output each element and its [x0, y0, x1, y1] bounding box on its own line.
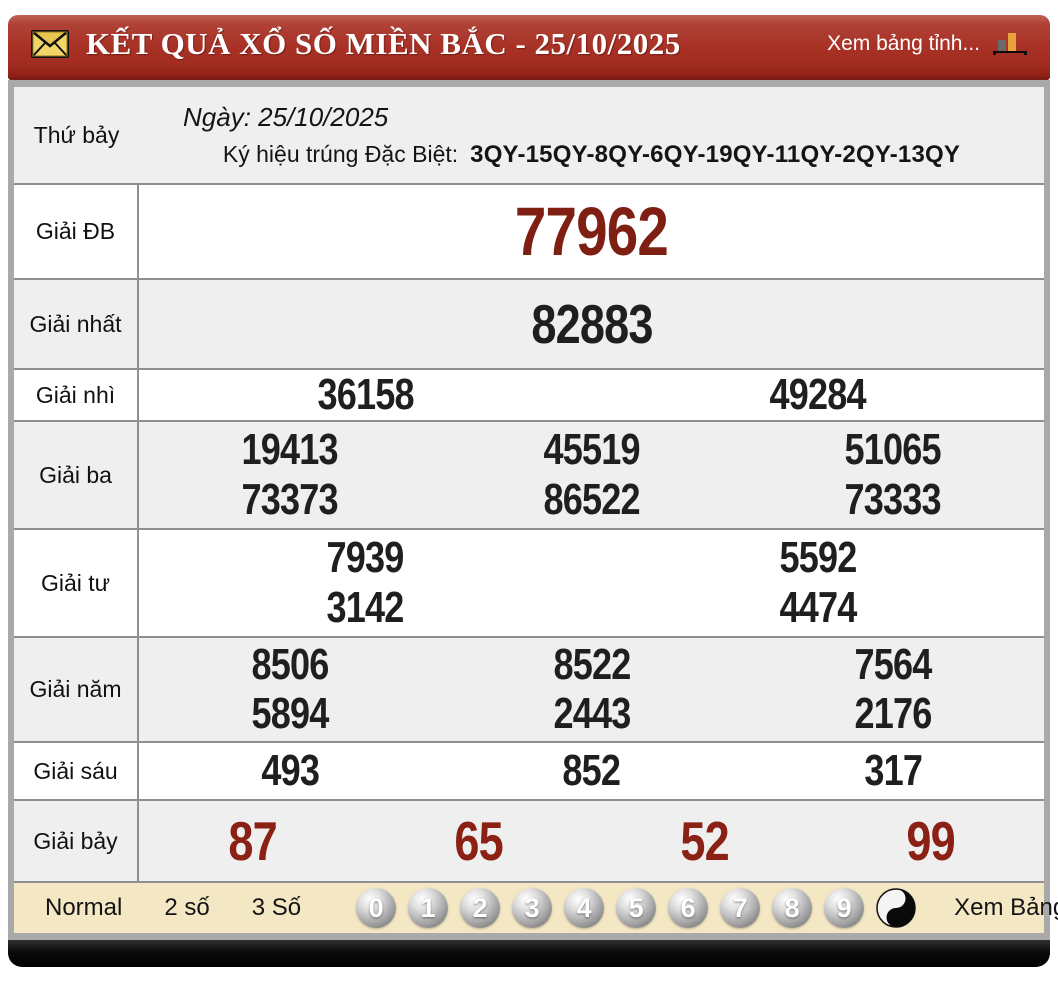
prize-number: 2176 — [855, 692, 932, 736]
weekday-label: Thứ bảy — [14, 87, 139, 183]
lottery-widget: KẾT QUẢ XỔ SỐ MIỀN BẮC - 25/10/2025 Xem … — [8, 15, 1050, 967]
digit-ball-5[interactable]: 5 — [616, 888, 656, 928]
mode-normal[interactable]: Normal — [24, 894, 143, 922]
prize-label: Giải bảy — [14, 801, 139, 881]
table-row-info: Thứ bảy Ngày: 25/10/2025 Ký hiệu trúng Đ… — [14, 87, 1044, 183]
prize-number: 8506 — [251, 643, 328, 687]
mode-2-digits[interactable]: 2 số — [143, 894, 230, 922]
prize-label: Giải tư — [14, 530, 139, 636]
table-row-sixth-prize: Giải sáu 493 852 317 — [14, 741, 1044, 799]
prize-number: 36158 — [317, 373, 413, 417]
prize-number: 73373 — [242, 478, 338, 522]
prize-number: 19413 — [242, 428, 338, 472]
prize-number: 8522 — [553, 643, 630, 687]
table-row-first-prize: Giải nhất 82883 — [14, 278, 1044, 368]
prize-number: 852 — [563, 749, 621, 793]
prize-number: 7564 — [855, 643, 932, 687]
prize-number: 2443 — [553, 692, 630, 736]
header-bar: KẾT QUẢ XỔ SỐ MIỀN BẮC - 25/10/2025 Xem … — [8, 15, 1050, 80]
prize-number: 99 — [907, 814, 956, 869]
prize-number: 7939 — [327, 536, 404, 580]
prize-label: Giải ba — [14, 422, 139, 528]
prize-number: 4474 — [779, 586, 856, 630]
digit-ball-0[interactable]: 0 — [356, 888, 396, 928]
draw-date: Ngày: 25/10/2025 — [183, 102, 1044, 133]
loto-toolbar: Normal 2 số 3 Số 0 1 2 3 4 5 6 7 8 9 — [14, 881, 1044, 933]
yin-yang-icon[interactable] — [876, 888, 916, 928]
mode-3-digits[interactable]: 3 Số — [231, 894, 322, 922]
table-row-special-prize: Giải ĐB 77962 — [14, 183, 1044, 278]
prize-number: 5894 — [251, 692, 328, 736]
prize-label: Giải ĐB — [14, 185, 139, 278]
digit-ball-3[interactable]: 3 — [512, 888, 552, 928]
digit-ball-7[interactable]: 7 — [720, 888, 760, 928]
prize-number: 52 — [680, 814, 729, 869]
table-row-third-prize: Giải ba 19413 45519 51065 73373 86522 73… — [14, 420, 1044, 528]
prize-number: 49284 — [770, 373, 866, 417]
prize-number: 87 — [228, 814, 277, 869]
table-row-seventh-prize: Giải bảy 87 65 52 99 — [14, 799, 1044, 881]
digit-ball-9[interactable]: 9 — [824, 888, 864, 928]
prize-number: 73333 — [845, 478, 941, 522]
prize-number: 77962 — [515, 197, 668, 266]
bar-chart-icon[interactable] — [992, 30, 1028, 58]
table-row-second-prize: Giải nhì 36158 49284 — [14, 368, 1044, 420]
table-row-fifth-prize: Giải năm 8506 8522 7564 5894 2443 2176 — [14, 636, 1044, 741]
prize-number: 3142 — [327, 586, 404, 630]
prize-number: 317 — [864, 749, 922, 793]
prize-number: 5592 — [779, 536, 856, 580]
special-symbols-codes: 3QY-15QY-8QY-6QY-19QY-11QY-2QY-13QY — [470, 141, 960, 168]
envelope-icon — [30, 29, 70, 59]
prize-number: 82883 — [531, 297, 652, 352]
province-table-link[interactable]: Xem bảng tỉnh... — [827, 32, 980, 56]
results-table-frame: Thứ bảy Ngày: 25/10/2025 Ký hiệu trúng Đ… — [8, 80, 1050, 940]
prize-number: 51065 — [845, 428, 941, 472]
digit-ball-8[interactable]: 8 — [772, 888, 812, 928]
digit-ball-1[interactable]: 1 — [408, 888, 448, 928]
prize-number: 86522 — [543, 478, 639, 522]
prize-label: Giải sáu — [14, 743, 139, 799]
special-symbols-label: Ký hiệu trúng Đặc Biệt: — [223, 141, 458, 167]
draw-info: Ngày: 25/10/2025 Ký hiệu trúng Đặc Biệt:… — [139, 87, 1044, 183]
digit-ball-4[interactable]: 4 — [564, 888, 604, 928]
prize-label: Giải nhì — [14, 370, 139, 420]
prize-number: 65 — [454, 814, 503, 869]
prize-number: 45519 — [543, 428, 639, 472]
prize-label: Giải nhất — [14, 280, 139, 368]
digit-ball-2[interactable]: 2 — [460, 888, 500, 928]
digit-ball-group: 0 1 2 3 4 5 6 7 8 9 — [356, 888, 916, 928]
table-row-fourth-prize: Giải tư 7939 5592 3142 4474 — [14, 528, 1044, 636]
view-loto-board-link[interactable]: Xem Bảng Loto — [954, 894, 1058, 922]
footer-bar — [8, 940, 1050, 967]
page-title: KẾT QUẢ XỔ SỐ MIỀN BẮC - 25/10/2025 — [86, 26, 681, 62]
prize-number: 493 — [261, 749, 319, 793]
header-right: Xem bảng tỉnh... — [827, 30, 1028, 58]
prize-label: Giải năm — [14, 638, 139, 741]
digit-ball-6[interactable]: 6 — [668, 888, 708, 928]
results-table: Thứ bảy Ngày: 25/10/2025 Ký hiệu trúng Đ… — [14, 87, 1044, 933]
special-symbols-line: Ký hiệu trúng Đặc Biệt: 3QY-15QY-8QY-6QY-… — [139, 141, 1044, 169]
